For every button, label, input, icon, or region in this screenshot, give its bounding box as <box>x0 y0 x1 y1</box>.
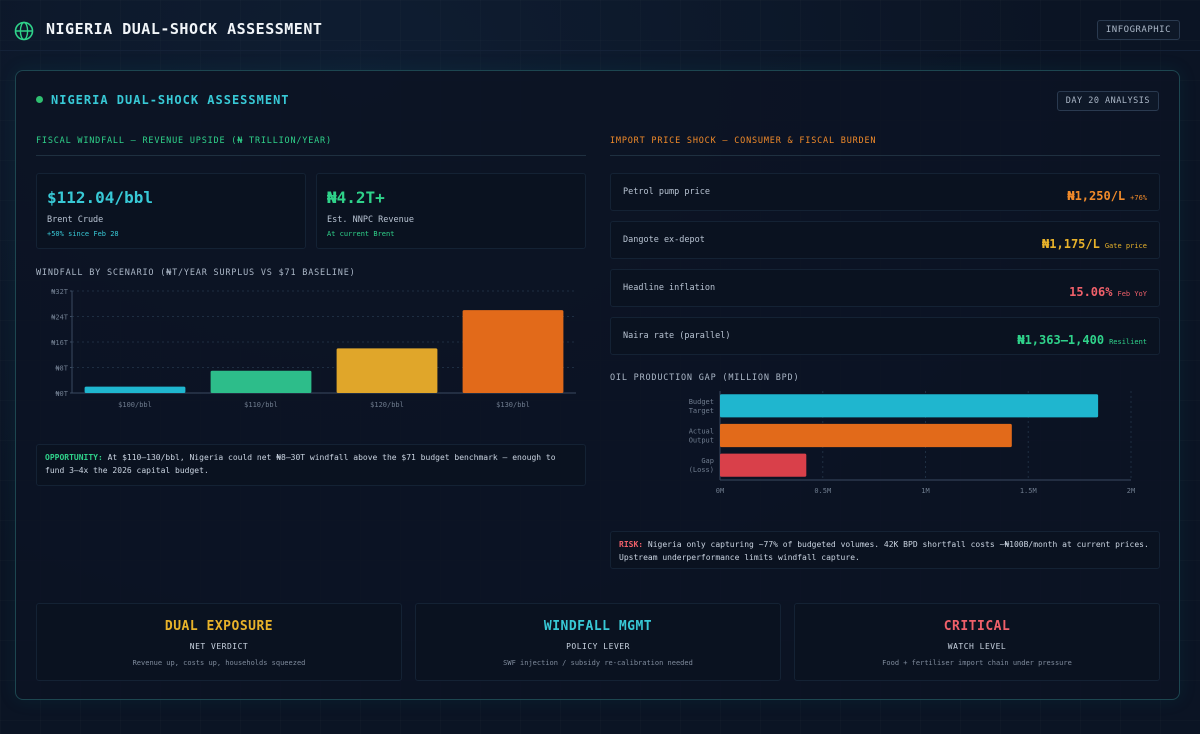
fiscal-section-title: FISCAL WINDFALL — REVENUE UPSIDE (₦ TRIL… <box>36 136 332 146</box>
top-bar: NIGERIA DUAL-SHOCK ASSESSMENT INFOGRAPHI… <box>0 0 1200 56</box>
x-tick-label: $100/bbl <box>118 401 152 409</box>
verdict-sub: WATCH LEVEL <box>947 642 1007 651</box>
risk-note: RISK: Nigeria only capturing ~77% of bud… <box>610 531 1160 569</box>
import-row-label: Naira rate (parallel) <box>623 331 731 341</box>
risk-key: RISK: <box>619 540 644 549</box>
app-title: NIGERIA DUAL-SHOCK ASSESSMENT <box>46 20 323 38</box>
import-row-value: ₦1,175/L <box>1042 237 1100 251</box>
import-row-dangote: Dangote ex-depot ₦1,175/L Gate price <box>610 221 1160 259</box>
y-tick-label: ₦24T <box>51 314 69 322</box>
import-row-value: ₦1,250/L <box>1067 189 1126 203</box>
y-tick-label: ₦16T <box>51 339 69 347</box>
y-tick-label: ₦8T <box>55 365 68 373</box>
globe-icon <box>14 21 34 41</box>
import-row-value: 15.06% <box>1069 285 1113 299</box>
day-badge: DAY 20 ANALYSIS <box>1056 91 1159 111</box>
status-dot-icon <box>36 96 43 103</box>
import-row-label: Headline inflation <box>623 283 716 293</box>
kpi-brent-value: $112.04/bbl <box>47 188 153 207</box>
bar <box>720 453 807 477</box>
bar <box>336 348 438 393</box>
bar <box>210 370 312 393</box>
fiscal-divider <box>36 155 586 156</box>
opportunity-note: OPPORTUNITY: At $110–130/bbl, Nigeria co… <box>36 444 586 486</box>
infographic-badge: INFOGRAPHIC <box>1096 20 1180 40</box>
import-row-label: Petrol pump price <box>623 187 710 197</box>
import-row-tag: Feb YoY <box>1117 290 1147 298</box>
import-row-value: ₦1,363–1,400 <box>1017 333 1105 347</box>
verdict-head: WINDFALL MGMT <box>543 619 653 634</box>
y-tick-label: Budget Target <box>689 398 714 415</box>
import-row-label: Dangote ex-depot <box>623 235 705 245</box>
windfall-chart-title: WINDFALL BY SCENARIO (₦T/YEAR SURPLUS VS… <box>36 268 356 278</box>
verdict-head: DUAL EXPOSURE <box>164 619 274 634</box>
verdict-card-exposure: DUAL EXPOSURE NET VERDICT Revenue up, co… <box>36 603 402 681</box>
x-tick-label: 0M <box>716 487 724 495</box>
bar <box>84 386 186 393</box>
windfall-chart: ₦0T ₦8T ₦16T ₦24T ₦32T $100/bbl $110/bbl $120/b… <box>51 288 576 409</box>
bar <box>720 394 1099 418</box>
y-tick-label: Gap (Loss) <box>689 457 714 474</box>
production-chart-title: OIL PRODUCTION GAP (MILLION BPD) <box>610 373 800 383</box>
kpi-brent-label: Brent Crude <box>47 215 104 225</box>
card-title: NIGERIA DUAL-SHOCK ASSESSMENT <box>36 93 290 107</box>
verdict-card-watch: CRITICAL WATCH LEVEL Food + fertiliser i… <box>794 603 1160 681</box>
kpi-nnpc-label: Est. NNPC Revenue <box>327 215 414 225</box>
top-divider <box>0 50 1200 51</box>
kpi-brent: $112.04/bbl Brent Crude +50% since Feb 2… <box>36 173 306 249</box>
kpi-nnpc-value: ₦4.2T+ <box>327 188 385 207</box>
verdict-desc: Revenue up, costs up, households squeeze… <box>132 659 306 667</box>
card-title-text: NIGERIA DUAL-SHOCK ASSESSMENT <box>51 93 290 107</box>
import-divider <box>610 155 1160 156</box>
import-row-naira: Naira rate (parallel) ₦1,363–1,400 Resili… <box>610 317 1160 355</box>
bar <box>462 310 564 393</box>
import-row-tag: +76% <box>1130 194 1147 202</box>
bar <box>720 423 1012 448</box>
opportunity-text: At $110–130/bbl, Nigeria could net ₦8–30… <box>45 453 556 475</box>
verdict-sub: NET VERDICT <box>189 642 249 651</box>
x-tick-label: $110/bbl <box>244 401 278 409</box>
risk-text: Nigeria only capturing ~77% of budgeted … <box>619 540 1149 562</box>
y-tick-label: ₦0T <box>55 390 68 398</box>
y-tick-label: ₦32T <box>51 288 69 296</box>
kpi-brent-sub: +50% since Feb 28 <box>47 230 119 238</box>
production-chart: 0M 0.5M 1M 1.5M 2M Budget Target Actual Output Ga… <box>689 391 1135 495</box>
y-tick-label: Actual Output <box>689 428 714 445</box>
kpi-nnpc-sub: At current Brent <box>327 230 395 238</box>
x-tick-label: 2M <box>1127 487 1135 495</box>
verdict-card-policy: WINDFALL MGMT POLICY LEVER SWF injection… <box>415 603 781 681</box>
verdict-sub: POLICY LEVER <box>566 642 630 651</box>
import-row-tag: Gate price <box>1104 242 1147 250</box>
verdict-desc: Food + fertiliser import chain under pre… <box>882 659 1072 667</box>
assessment-card: NIGERIA DUAL-SHOCK ASSESSMENT DAY 20 ANA… <box>15 70 1180 700</box>
x-tick-label: $130/bbl <box>496 401 530 409</box>
import-section-title: IMPORT PRICE SHOCK — CONSUMER & FISCAL B… <box>610 136 877 146</box>
x-tick-label: 1.5M <box>1020 487 1037 495</box>
opportunity-key: OPPORTUNITY: <box>45 453 103 462</box>
x-tick-label: 1M <box>921 487 929 495</box>
import-row-petrol: Petrol pump price ₦1,250/L +76% <box>610 173 1160 211</box>
verdict-head: CRITICAL <box>943 619 1011 634</box>
x-tick-label: 0.5M <box>814 487 831 495</box>
kpi-nnpc: ₦4.2T+ Est. NNPC Revenue At current Bren… <box>316 173 586 249</box>
verdict-desc: SWF injection / subsidy re-calibration n… <box>503 659 693 667</box>
x-tick-label: $120/bbl <box>370 401 404 409</box>
import-row-tag: Resilient <box>1109 338 1147 346</box>
import-row-inflation: Headline inflation 15.06% Feb YoY <box>610 269 1160 307</box>
